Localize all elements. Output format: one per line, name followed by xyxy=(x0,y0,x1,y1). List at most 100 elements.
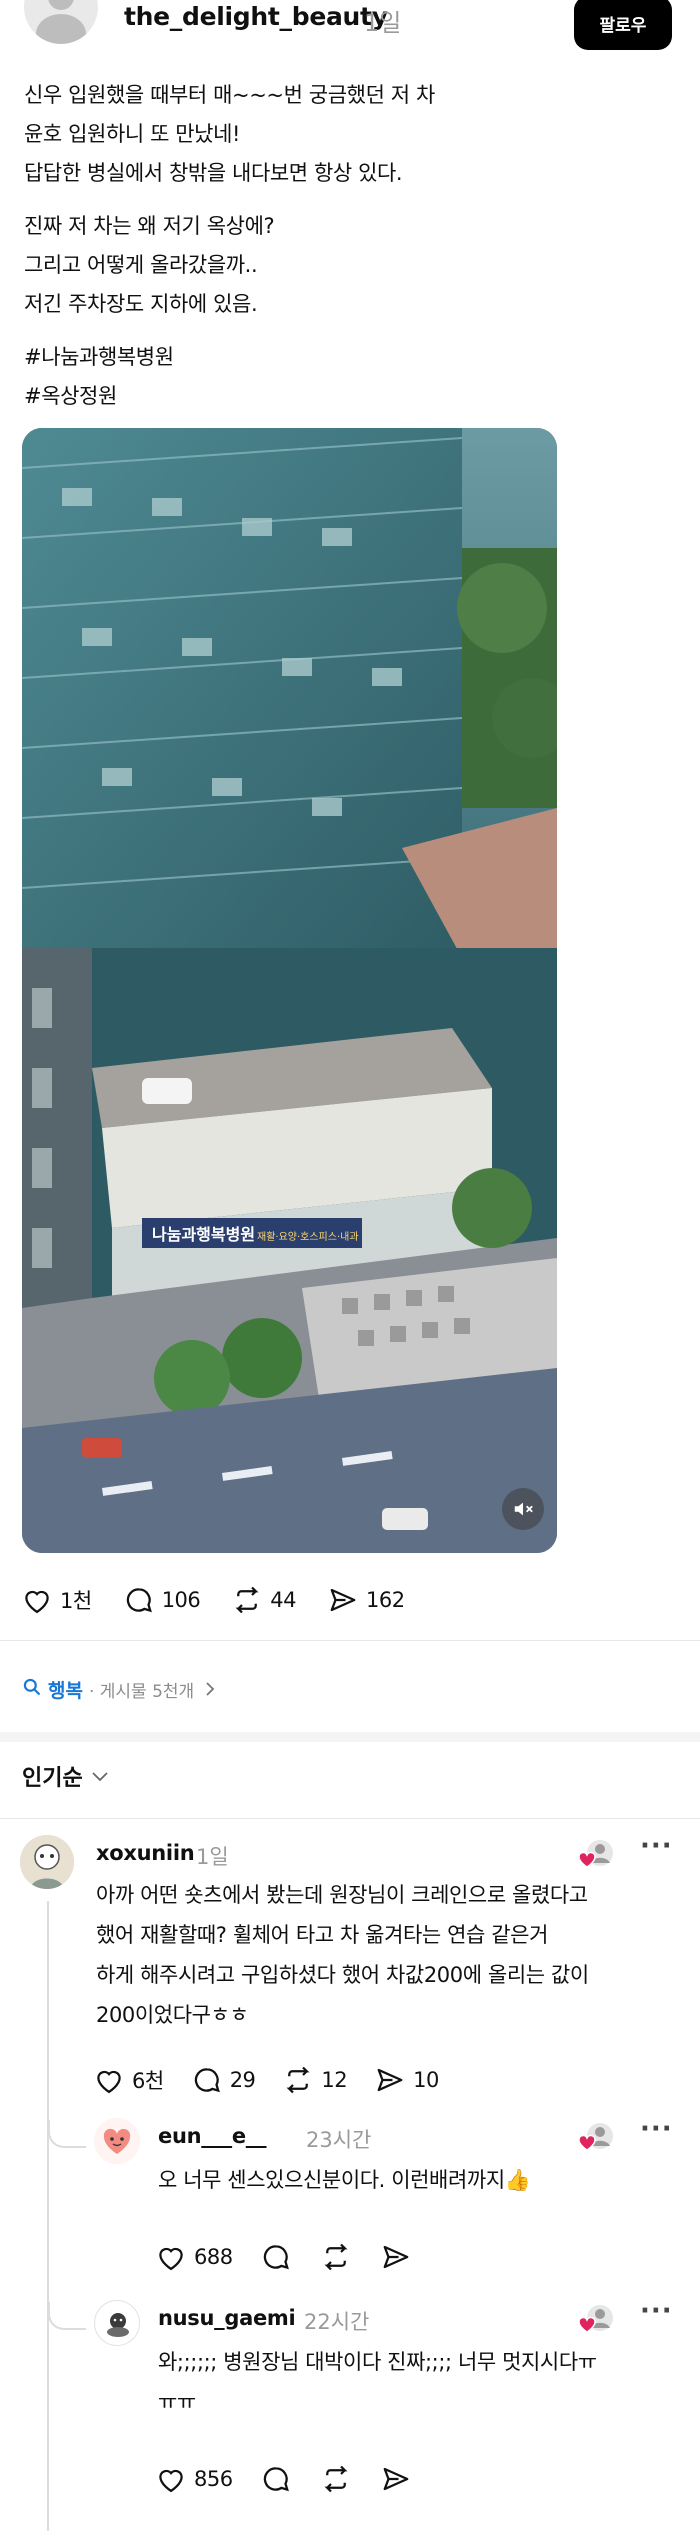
author-liked-badge-icon xyxy=(576,2302,616,2336)
send-icon xyxy=(326,1583,360,1617)
section-divider xyxy=(0,1732,700,1742)
reply-line: 와;;;;;; 병원장님 대박이다 진짜;;;; 너무 멋지시다ㅠ xyxy=(158,2350,597,2374)
commenter-avatar[interactable] xyxy=(20,1835,74,1889)
comment-share-button[interactable]: 10 xyxy=(373,2063,439,2097)
comment-like-count: 6천 xyxy=(132,2069,164,2093)
reply-item: eun___e__ 23시간 ··· 오 너무 센스있으신분이다. 이런배려까지… xyxy=(0,2114,700,2308)
reply-repost-button[interactable] xyxy=(319,2462,353,2496)
topic-name[interactable]: 행복 xyxy=(48,1676,83,1703)
sort-dropdown[interactable]: 인기순 xyxy=(22,1756,109,1796)
follow-button[interactable]: 팔로우 xyxy=(574,0,672,50)
reply-like-count: 856 xyxy=(194,2467,233,2491)
comment-timestamp: 1일 xyxy=(196,1845,229,1869)
post-video[interactable]: 나눔과행복병원 재활·요양·호스피스·내과 xyxy=(22,428,557,1553)
comment-item: xoxuniin 1일 ··· 아까 어떤 숏츠에서 봤는데 원장님이 크레인으… xyxy=(0,1831,700,2531)
more-options-icon[interactable]: ··· xyxy=(640,2296,673,2326)
reply-text: 오 너무 센스있으신분이다. 이런배려까지👍 xyxy=(158,2160,531,2200)
repost-icon xyxy=(230,1583,264,1617)
heart-icon xyxy=(154,2462,188,2496)
more-options-icon[interactable]: ··· xyxy=(640,1831,673,1861)
reply-share-button[interactable] xyxy=(379,2462,413,2496)
like-button[interactable]: 1천 xyxy=(20,1583,92,1617)
send-icon xyxy=(373,2063,407,2097)
heart-icon xyxy=(20,1583,54,1617)
heart-icon xyxy=(154,2240,188,2274)
heart-icon xyxy=(92,2063,126,2097)
share-button[interactable]: 162 xyxy=(326,1583,405,1617)
repost-icon xyxy=(319,2462,353,2496)
comment-reply-count: 29 xyxy=(229,2068,256,2092)
repost-icon xyxy=(281,2063,315,2097)
search-icon xyxy=(22,1677,42,1702)
share-count: 162 xyxy=(366,1588,405,1612)
reply-like-button[interactable]: 856 xyxy=(154,2462,233,2496)
section-divider xyxy=(0,1818,700,1819)
reply-action-bar: 856 xyxy=(154,2462,439,2496)
send-icon xyxy=(379,2240,413,2274)
repost-button[interactable]: 44 xyxy=(230,1583,297,1617)
comment-action-bar: 6천 29 12 10 xyxy=(92,2063,465,2097)
comment-line: 200이었다구ㅎㅎ xyxy=(96,2003,249,2027)
caption-line: 저긴 주차장도 지하에 있음. xyxy=(24,292,258,316)
author-liked-badge-icon xyxy=(576,1837,616,1871)
reply-comment-button[interactable] xyxy=(259,2240,293,2274)
hospital-sign-subtext: 재활·요양·호스피스·내과 xyxy=(257,1230,359,1243)
reply-repost-button[interactable] xyxy=(319,2240,353,2274)
commenter-username[interactable]: xoxuniin xyxy=(96,1841,195,1865)
replier-username[interactable]: nusu_gaemi xyxy=(158,2306,296,2330)
author-avatar[interactable] xyxy=(24,0,98,44)
comment-repost-button[interactable]: 12 xyxy=(281,2063,348,2097)
comment-bubble-icon xyxy=(190,2063,224,2097)
caption-line: 윤호 입원하니 또 만났네! xyxy=(24,122,241,146)
replier-avatar[interactable] xyxy=(94,2118,140,2164)
hashtag-link[interactable]: #옥상정원 xyxy=(24,377,674,416)
repost-icon xyxy=(319,2240,353,2274)
mute-toggle-button[interactable] xyxy=(502,1488,544,1530)
post-action-bar: 1천 106 44 162 xyxy=(20,1580,435,1620)
sort-label: 인기순 xyxy=(22,1766,83,1791)
comment-line: 했어 재활할때? 휠체어 타고 차 옮겨타는 연습 같은거 xyxy=(96,1923,548,1947)
hashtag-link[interactable]: #나눔과행복병원 xyxy=(24,338,674,377)
topic-link[interactable]: 행복 · 게시물 5천개 xyxy=(22,1672,216,1706)
caption-line: 진짜 저 차는 왜 저기 옥상에? xyxy=(24,214,275,238)
avatar-body-shape xyxy=(36,14,86,44)
author-liked-badge-icon xyxy=(576,2120,616,2154)
avatar-head-shape xyxy=(48,0,74,10)
send-icon xyxy=(379,2462,413,2496)
chevron-down-icon xyxy=(91,1770,109,1782)
comment-reply-button[interactable]: 29 xyxy=(190,2063,256,2097)
replier-avatar[interactable] xyxy=(94,2300,140,2346)
comment-bubble-icon xyxy=(122,1583,156,1617)
more-options-icon[interactable]: ··· xyxy=(640,2114,673,2144)
section-divider xyxy=(0,1640,700,1641)
comment-bubble-icon xyxy=(259,2240,293,2274)
hospital-rooftop-illustration: 나눔과행복병원 재활·요양·호스피스·내과 xyxy=(22,428,557,1553)
comment-repost-count: 12 xyxy=(321,2068,348,2092)
comment-share-count: 10 xyxy=(413,2068,439,2092)
reply-like-button[interactable]: 688 xyxy=(154,2240,233,2274)
comment-bubble-icon xyxy=(259,2462,293,2496)
author-username[interactable]: the_delight_beauty xyxy=(124,2,388,31)
comment-like-button[interactable]: 6천 xyxy=(92,2063,164,2097)
comment-line: 아까 어떤 숏츠에서 봤는데 원장님이 크레인으로 올렸다고 xyxy=(96,1883,588,1907)
comment-button[interactable]: 106 xyxy=(122,1583,201,1617)
hospital-sign-text: 나눔과행복병원 xyxy=(152,1225,255,1244)
reply-text: 와;;;;;; 병원장님 대박이다 진짜;;;; 너무 멋지시다ㅠ ㅠㅠ xyxy=(158,2342,597,2422)
comment-line: 하게 해주시려고 구입하셨다 했어 차값200에 올리는 값이 xyxy=(96,1963,589,1987)
comment-text: 아까 어떤 숏츠에서 봤는데 원장님이 크레인으로 올렸다고 했어 재활할때? … xyxy=(96,1875,589,2035)
speaker-muted-icon xyxy=(514,1502,533,1516)
reply-share-button[interactable] xyxy=(379,2240,413,2274)
repost-count: 44 xyxy=(270,1588,297,1612)
post-timestamp: 1일 xyxy=(364,9,402,37)
reply-timestamp: 23시간 xyxy=(306,2128,372,2152)
reply-like-count: 688 xyxy=(194,2245,233,2269)
caption-line: 그리고 어떻게 올라갔을까.. xyxy=(24,253,258,277)
replier-username[interactable]: eun___e__ xyxy=(158,2124,266,2148)
comment-count: 106 xyxy=(161,1588,201,1612)
caption-line: 신우 입원했을 때부터 매~~~번 궁금했던 저 차 xyxy=(24,83,435,107)
topic-post-count: · 게시물 5천개 xyxy=(88,1681,195,1702)
post-caption: 신우 입원했을 때부터 매~~~번 궁금했던 저 차 윤호 입원하니 또 만났네… xyxy=(24,76,674,416)
chevron-right-icon xyxy=(204,1681,216,1697)
reply-action-bar: 688 xyxy=(154,2240,439,2274)
reply-comment-button[interactable] xyxy=(259,2462,293,2496)
